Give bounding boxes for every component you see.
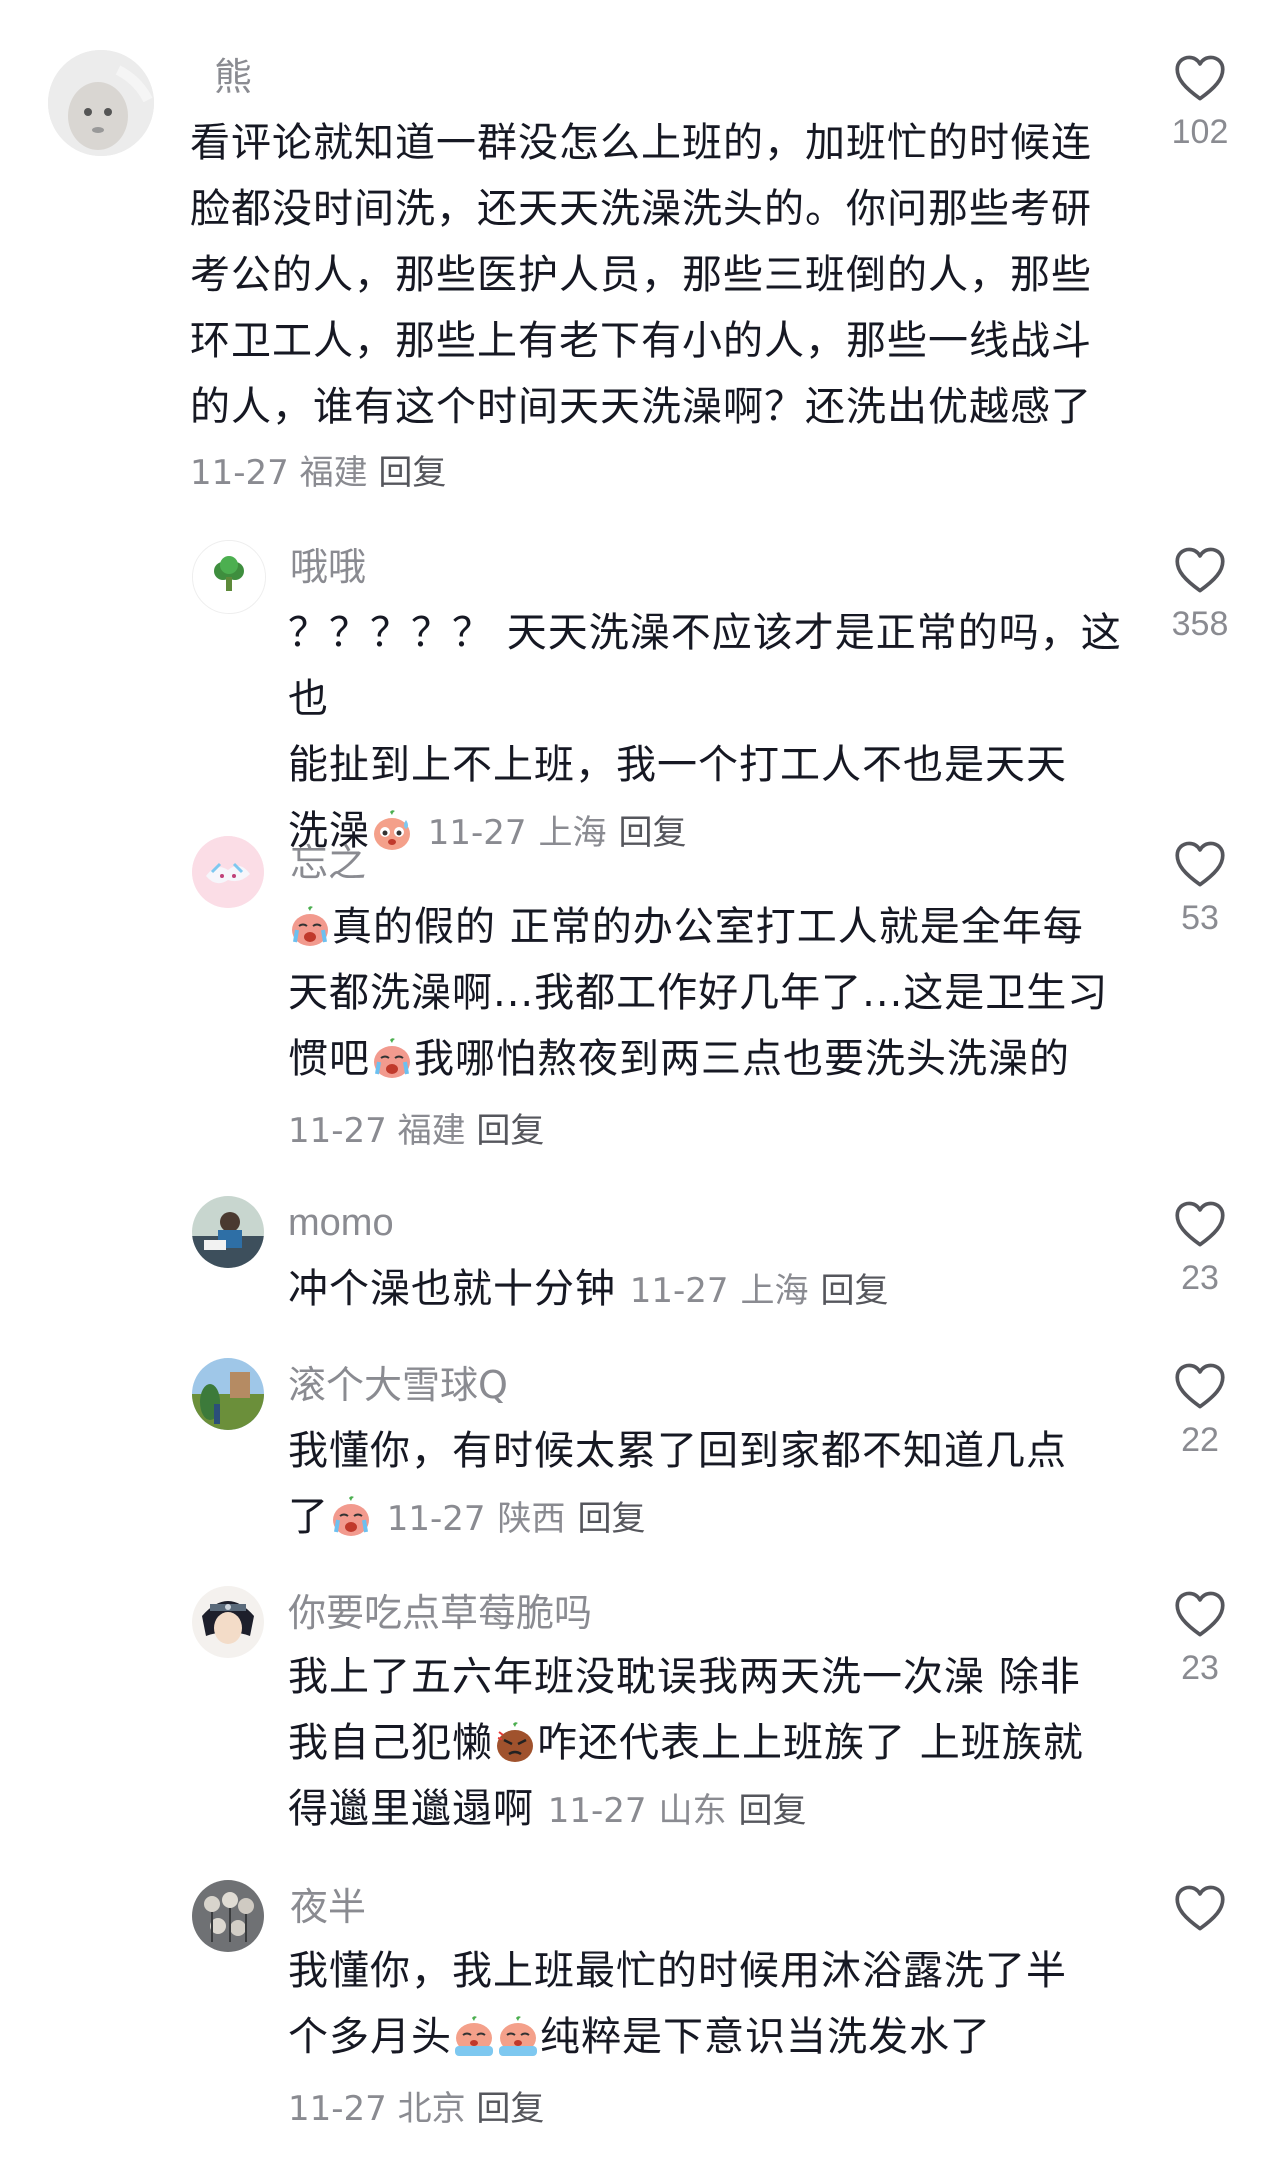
like-button[interactable]: 23 — [1155, 1200, 1245, 1300]
reply-button[interactable]: 回复 — [476, 1111, 544, 1151]
emoji-tears-icon — [452, 2014, 496, 2058]
comment-location: 山东 — [658, 1791, 727, 1831]
emoji-cry-icon — [370, 1036, 414, 1080]
reply-button[interactable]: 回复 — [476, 2089, 544, 2129]
comment-meta: 11-27 福建 回复 — [190, 450, 446, 496]
comment-text: ？？？？？ 天天洗澡不应该才是正常的吗，这也 能扯到上不上班，我一个打工人不也是… — [288, 600, 1148, 866]
heart-outline-icon — [1174, 1884, 1226, 1932]
comment-line: ？？？？？ 天天洗澡不应该才是正常的吗，这也 — [288, 610, 1122, 722]
comment-text: 我懂你，我上班最忙的时候用沐浴露洗了半 个多月头 纯粹是下意识当洗发水了 — [288, 1938, 1148, 2070]
emoji-sweat-icon — [370, 808, 414, 852]
comment-line: 得邋里邋遢啊 11-27 山东 回复 — [288, 1786, 807, 1832]
reply-button[interactable]: 回复 — [578, 1499, 646, 1539]
comment-line: 考公的人，那些医护人员，那些三班倒的人，那些 — [190, 252, 1092, 298]
emoji-angry-icon — [493, 1720, 537, 1764]
heart-outline-icon — [1174, 840, 1226, 888]
like-button[interactable]: 53 — [1155, 840, 1245, 940]
comment-line: 洗澡 11-27 上海 回复 — [288, 808, 687, 854]
like-button[interactable]: 23 — [1155, 1590, 1245, 1690]
like-count: 23 — [1181, 1649, 1219, 1687]
avatar[interactable] — [192, 1358, 264, 1430]
emoji-angry-icon — [329, 1494, 373, 1538]
reply-button[interactable]: 回复 — [619, 813, 687, 853]
comment-text: 冲个澡也就十分钟 11-27 上海 回复 — [288, 1256, 1148, 1324]
comment-text: 看评论就知道一群没怎么上班的，加班忙的时候连 脸都没时间洗，还天天洗澡洗头的。你… — [190, 110, 1130, 440]
comment-date: 11-27 — [190, 453, 289, 493]
username[interactable]: 你要吃点草莓脆吗 — [288, 1590, 592, 1636]
like-count: 53 — [1181, 899, 1219, 937]
username[interactable]: 滚个大雪球Q — [288, 1362, 508, 1408]
comment-line: 冲个澡也就十分钟 11-27 上海 回复 — [288, 1266, 889, 1312]
like-button[interactable] — [1155, 1884, 1245, 1932]
comment-date: 11-27 — [386, 1499, 486, 1539]
comment-line: 我自己犯懒 咋还代表上上班族了 上班族就 — [288, 1720, 1084, 1766]
reply-button[interactable]: 回复 — [821, 1271, 889, 1311]
reply-button[interactable]: 回复 — [378, 453, 446, 493]
reply-button[interactable]: 回复 — [739, 1791, 807, 1831]
avatar[interactable] — [192, 836, 264, 908]
like-button[interactable]: 22 — [1155, 1362, 1245, 1462]
comment-text: 我上了五六年班没耽误我两天洗一次澡 除非 我自己犯懒 咋还代表上上班族了 上班族就… — [288, 1644, 1148, 1844]
username[interactable]: 熊 — [214, 54, 252, 100]
comment-location: 福建 — [299, 453, 368, 493]
avatar[interactable] — [48, 50, 154, 156]
avatar[interactable] — [192, 1586, 264, 1658]
comment-line: 我懂你，我上班最忙的时候用沐浴露洗了半 — [288, 1948, 1067, 1994]
like-button[interactable]: 102 — [1155, 54, 1245, 154]
comment-line: 的人，谁有这个时间天天洗澡啊？还洗出优越感了 — [190, 384, 1092, 430]
heart-outline-icon — [1174, 1590, 1226, 1638]
comment-location: 上海 — [538, 813, 607, 853]
comment-location: 上海 — [740, 1271, 809, 1311]
username[interactable]: 夜半 — [290, 1884, 366, 1930]
comment-line: 了 11-27 陕西 回复 — [288, 1494, 646, 1540]
comment-date: 11-27 — [288, 2089, 387, 2129]
heart-outline-icon — [1174, 1362, 1226, 1410]
comment-line: 看评论就知道一群没怎么上班的，加班忙的时候连 — [190, 120, 1092, 166]
comment-date: 11-27 — [288, 1111, 387, 1151]
comment-location: 北京 — [397, 2089, 466, 2129]
comment-line: 真的假的 正常的办公室打工人就是全年每 — [288, 894, 1148, 960]
comment-meta: 11-27 福建 回复 — [288, 1108, 544, 1154]
heart-outline-icon — [1174, 546, 1226, 594]
avatar[interactable] — [192, 1196, 264, 1268]
like-count: 102 — [1171, 113, 1229, 151]
like-count: 22 — [1181, 1421, 1219, 1459]
avatar[interactable] — [192, 1880, 264, 1952]
comment-line: 我上了五六年班没耽误我两天洗一次澡 除非 — [288, 1654, 1081, 1700]
comment-location: 福建 — [397, 1111, 466, 1151]
comment-line: 惯吧 我哪怕熬夜到两三点也要洗头洗澡的 — [288, 1036, 1070, 1082]
comment-date: 11-27 — [427, 813, 527, 853]
comment-line: 脸都没时间洗，还天天洗澡洗头的。你问那些考研 — [190, 186, 1092, 232]
comment-date: 11-27 — [629, 1271, 729, 1311]
comment-line: 个多月头 纯粹是下意识当洗发水了 — [288, 2014, 991, 2060]
comment-line: 能扯到上不上班，我一个打工人不也是天天 — [288, 742, 1067, 788]
like-count: 358 — [1171, 605, 1229, 643]
username[interactable]: momo — [288, 1200, 394, 1246]
comment-date: 11-27 — [547, 1791, 647, 1831]
comment-text: 我懂你，有时候太累了回到家都不知道几点 了 11-27 陕西 回复 — [288, 1418, 1148, 1552]
emoji-tears-icon — [496, 2014, 540, 2058]
username[interactable]: 忘之 — [290, 840, 366, 886]
comment-location: 陕西 — [497, 1499, 566, 1539]
comment-line: 我懂你，有时候太累了回到家都不知道几点 — [288, 1428, 1067, 1474]
comment-line: 天都洗澡啊...我都工作好几年了...这是卫生习 — [288, 970, 1109, 1016]
emoji-cry-icon — [288, 904, 332, 948]
heart-outline-icon — [1174, 1200, 1226, 1248]
comment-meta: 11-27 北京 回复 — [288, 2086, 544, 2132]
like-button[interactable]: 358 — [1155, 546, 1245, 646]
comment-text: 真的假的 正常的办公室打工人就是全年每 天都洗澡啊...我都工作好几年了...这… — [288, 894, 1148, 1092]
comment-line: 环卫工人，那些上有老下有小的人，那些一线战斗 — [190, 318, 1092, 364]
avatar[interactable] — [192, 540, 266, 614]
heart-outline-icon — [1174, 54, 1226, 102]
username[interactable]: 哦哦 — [290, 544, 366, 590]
like-count: 23 — [1181, 1259, 1219, 1297]
